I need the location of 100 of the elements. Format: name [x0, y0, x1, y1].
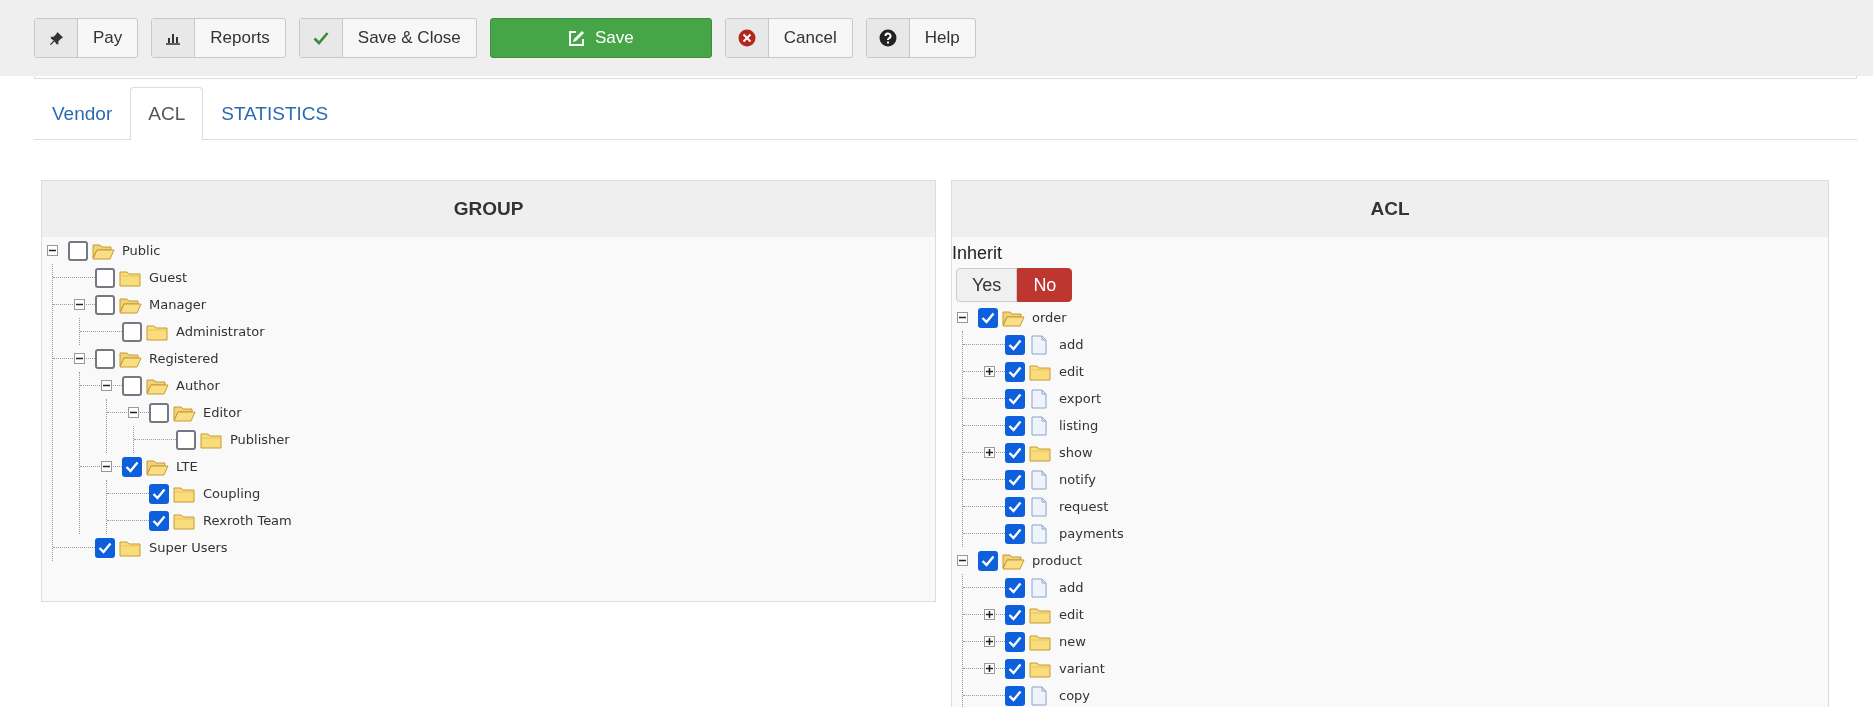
folder-icon [146, 457, 169, 476]
checkbox[interactable] [95, 267, 115, 288]
collapse-toggle-icon[interactable] [128, 407, 139, 418]
collapse-toggle-icon[interactable] [74, 353, 85, 364]
checkbox[interactable] [122, 321, 142, 342]
tab[interactable]: ACL [130, 87, 204, 140]
checkbox[interactable] [176, 429, 196, 450]
tree-item-label[interactable]: variant [1059, 661, 1105, 676]
collapse-toggle-icon[interactable] [957, 555, 968, 566]
checkbox[interactable] [978, 307, 998, 328]
checkmark-icon [312, 31, 329, 45]
help-icon [878, 29, 897, 47]
tree-item-label[interactable]: Super Users [149, 540, 228, 555]
folder-icon [119, 268, 142, 287]
folder-icon [1002, 551, 1025, 570]
tree-item-label[interactable]: Public [122, 243, 161, 258]
checkbox[interactable] [1005, 577, 1025, 598]
folder-icon [1029, 659, 1052, 678]
panel-header: ACL [952, 181, 1828, 237]
tab[interactable]: Vendor [34, 87, 131, 140]
tree-item-label[interactable]: order [1032, 310, 1067, 325]
folder-icon [119, 349, 142, 368]
toggle-option[interactable]: Yes [956, 268, 1018, 302]
collapse-toggle-icon[interactable] [74, 299, 85, 310]
folder-icon [119, 295, 142, 314]
checkbox[interactable] [1005, 496, 1025, 517]
tree-item-label[interactable]: Editor [203, 405, 242, 420]
checkbox[interactable] [122, 375, 142, 396]
tree-item-label[interactable]: export [1059, 391, 1102, 406]
folder-icon [173, 484, 196, 503]
checkbox[interactable] [1005, 361, 1025, 382]
folder-icon [146, 322, 169, 341]
folder-icon [1029, 443, 1052, 462]
toolbar-button[interactable]: Help [865, 18, 976, 58]
tree-item-label[interactable]: request [1059, 499, 1109, 514]
checkbox[interactable] [95, 537, 115, 558]
checkbox[interactable] [978, 550, 998, 571]
checkbox[interactable] [1005, 604, 1025, 625]
checkbox[interactable] [95, 348, 115, 369]
tree-item-label[interactable]: product [1032, 553, 1082, 568]
checkbox[interactable] [149, 510, 169, 531]
tree-item-label[interactable]: Administrator [176, 324, 265, 339]
checkbox[interactable] [149, 483, 169, 504]
checkbox[interactable] [1005, 442, 1025, 463]
expand-toggle-icon[interactable] [984, 609, 995, 620]
checkbox[interactable] [122, 456, 142, 477]
bar-chart-icon [165, 31, 182, 45]
tree-item-label[interactable]: Author [176, 378, 220, 393]
checkbox[interactable] [1005, 415, 1025, 436]
tree-item-label[interactable]: notify [1059, 472, 1096, 487]
collapse-toggle-icon[interactable] [101, 380, 112, 391]
folder-icon [1002, 308, 1025, 327]
expand-toggle-icon[interactable] [984, 663, 995, 674]
tree-item-label[interactable]: payments [1059, 526, 1124, 541]
toolbar-button[interactable]: Save & Close [298, 18, 477, 58]
collapse-toggle-icon[interactable] [101, 461, 112, 472]
pin-icon [48, 30, 64, 46]
folder-icon [1029, 362, 1052, 381]
tree-item-label[interactable]: Publisher [230, 432, 290, 447]
tree-item-label[interactable]: new [1059, 634, 1086, 649]
checkbox[interactable] [95, 294, 115, 315]
folder-icon [173, 511, 196, 530]
checkbox[interactable] [1005, 658, 1025, 679]
tree-item-label[interactable]: Registered [149, 351, 219, 366]
tree-item-label[interactable]: add [1059, 580, 1084, 595]
tree-item-label[interactable]: Manager [149, 297, 206, 312]
tree-item-label[interactable]: Coupling [203, 486, 261, 501]
toolbar-button[interactable]: Cancel [724, 18, 853, 58]
edit-icon [567, 29, 585, 47]
folder-icon [173, 403, 196, 422]
checkbox[interactable] [1005, 469, 1025, 490]
tree-item-label[interactable]: edit [1059, 364, 1084, 379]
tree-item-label[interactable]: listing [1059, 418, 1099, 433]
folder-icon [146, 376, 169, 395]
expand-toggle-icon[interactable] [984, 447, 995, 458]
toggle-option[interactable]: No [1017, 268, 1073, 302]
checkbox[interactable] [68, 240, 88, 261]
checkbox[interactable] [1005, 388, 1025, 409]
checkbox[interactable] [1005, 334, 1025, 355]
toolbar-button[interactable]: Reports [151, 18, 286, 58]
expand-toggle-icon[interactable] [984, 366, 995, 377]
expand-toggle-icon[interactable] [984, 636, 995, 647]
inherit-label: Inherit [952, 243, 1004, 264]
collapse-toggle-icon[interactable] [47, 245, 58, 256]
tree-item-label[interactable]: LTE [176, 459, 198, 474]
toolbar-button[interactable]: Pay [34, 18, 139, 58]
tree-item-label[interactable]: show [1059, 445, 1093, 460]
checkbox[interactable] [1005, 523, 1025, 544]
tab[interactable]: STATISTICS [203, 87, 347, 140]
collapse-toggle-icon[interactable] [957, 312, 968, 323]
panel-header: GROUP [42, 181, 935, 237]
tree-item-label[interactable]: copy [1059, 688, 1091, 703]
checkbox[interactable] [1005, 685, 1025, 706]
cancel-icon [737, 29, 756, 47]
tree-item-label[interactable]: Rexroth Team [203, 513, 292, 528]
tree-item-label[interactable]: edit [1059, 607, 1084, 622]
tree-item-label[interactable]: add [1059, 337, 1084, 352]
tree-item-label[interactable]: Guest [149, 270, 188, 285]
checkbox[interactable] [1005, 631, 1025, 652]
checkbox[interactable] [149, 402, 169, 423]
